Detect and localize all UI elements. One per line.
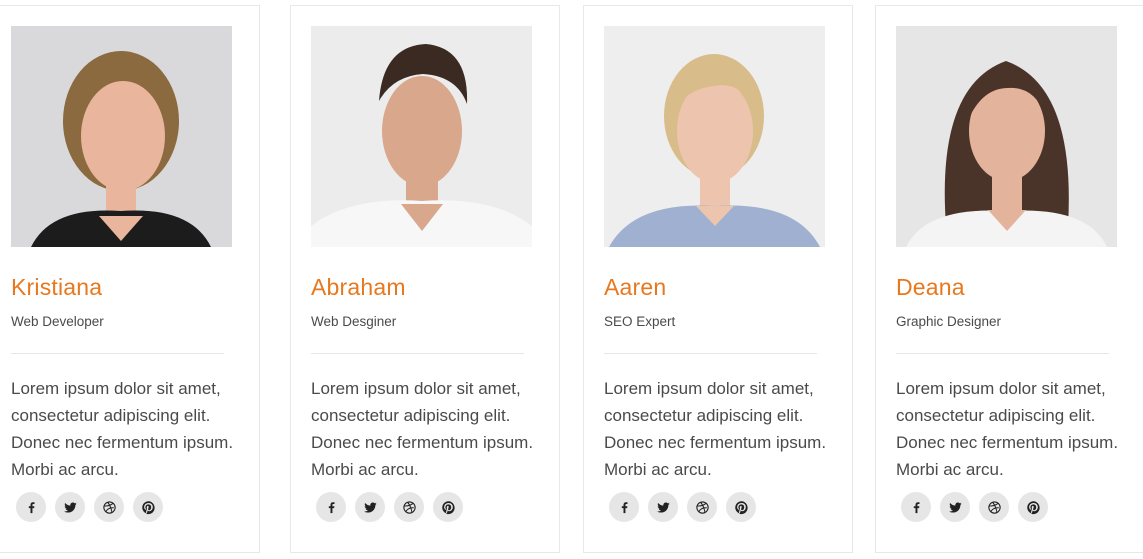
twitter-button[interactable] xyxy=(940,492,970,522)
member-bio: Lorem ipsum dolor sit amet, consectetur … xyxy=(604,379,827,479)
social-links xyxy=(609,492,756,522)
facebook-icon xyxy=(909,500,924,515)
member-name: Kristiana xyxy=(11,274,103,300)
member-role: Web Desginer xyxy=(311,314,397,329)
member-photo xyxy=(604,26,825,247)
member-bio: Lorem ipsum dolor sit amet, consectetur … xyxy=(311,379,534,479)
portrait-image xyxy=(604,26,825,247)
divider xyxy=(896,353,1109,354)
pinterest-icon xyxy=(441,500,456,515)
member-photo xyxy=(896,26,1117,247)
facebook-button[interactable] xyxy=(609,492,639,522)
social-links xyxy=(16,492,163,522)
twitter-button[interactable] xyxy=(355,492,385,522)
pinterest-button[interactable] xyxy=(1018,492,1048,522)
team-card: Deana Graphic Designer Lorem ipsum dolor… xyxy=(875,5,1143,553)
member-photo xyxy=(311,26,532,247)
dribbble-icon xyxy=(402,500,417,515)
facebook-icon xyxy=(24,500,39,515)
portrait-image xyxy=(11,26,232,247)
member-role: Graphic Designer xyxy=(896,314,1002,329)
portrait-image xyxy=(311,26,532,247)
dribbble-icon xyxy=(987,500,1002,515)
portrait-image xyxy=(896,26,1117,247)
facebook-button[interactable] xyxy=(316,492,346,522)
pinterest-icon xyxy=(734,500,749,515)
twitter-icon xyxy=(948,500,963,515)
divider xyxy=(11,353,224,354)
member-name: Abraham xyxy=(311,274,406,300)
facebook-button[interactable] xyxy=(901,492,931,522)
dribbble-button[interactable] xyxy=(94,492,124,522)
twitter-icon xyxy=(63,500,78,515)
twitter-icon xyxy=(656,500,671,515)
team-section: Kristiana Web Developer Lorem ipsum dolo… xyxy=(0,0,1143,559)
pinterest-button[interactable] xyxy=(726,492,756,522)
member-name: Aaren xyxy=(604,274,667,300)
dribbble-icon xyxy=(695,500,710,515)
dribbble-button[interactable] xyxy=(687,492,717,522)
member-name: Deana xyxy=(896,274,965,300)
team-card: Abraham Web Desginer Lorem ipsum dolor s… xyxy=(290,5,560,553)
social-links xyxy=(901,492,1048,522)
twitter-button[interactable] xyxy=(648,492,678,522)
facebook-icon xyxy=(324,500,339,515)
dribbble-button[interactable] xyxy=(394,492,424,522)
divider xyxy=(311,353,524,354)
pinterest-button[interactable] xyxy=(133,492,163,522)
divider xyxy=(604,353,817,354)
team-card: Aaren SEO Expert Lorem ipsum dolor sit a… xyxy=(583,5,853,553)
twitter-button[interactable] xyxy=(55,492,85,522)
pinterest-icon xyxy=(141,500,156,515)
member-bio: Lorem ipsum dolor sit amet, consectetur … xyxy=(896,379,1119,479)
pinterest-icon xyxy=(1026,500,1041,515)
facebook-icon xyxy=(617,500,632,515)
social-links xyxy=(316,492,463,522)
facebook-button[interactable] xyxy=(16,492,46,522)
dribbble-button[interactable] xyxy=(979,492,1009,522)
member-role: Web Developer xyxy=(11,314,104,329)
member-role: SEO Expert xyxy=(604,314,676,329)
dribbble-icon xyxy=(102,500,117,515)
pinterest-button[interactable] xyxy=(433,492,463,522)
member-photo xyxy=(11,26,232,247)
twitter-icon xyxy=(363,500,378,515)
team-card: Kristiana Web Developer Lorem ipsum dolo… xyxy=(0,5,260,553)
member-bio: Lorem ipsum dolor sit amet, consectetur … xyxy=(11,379,234,479)
